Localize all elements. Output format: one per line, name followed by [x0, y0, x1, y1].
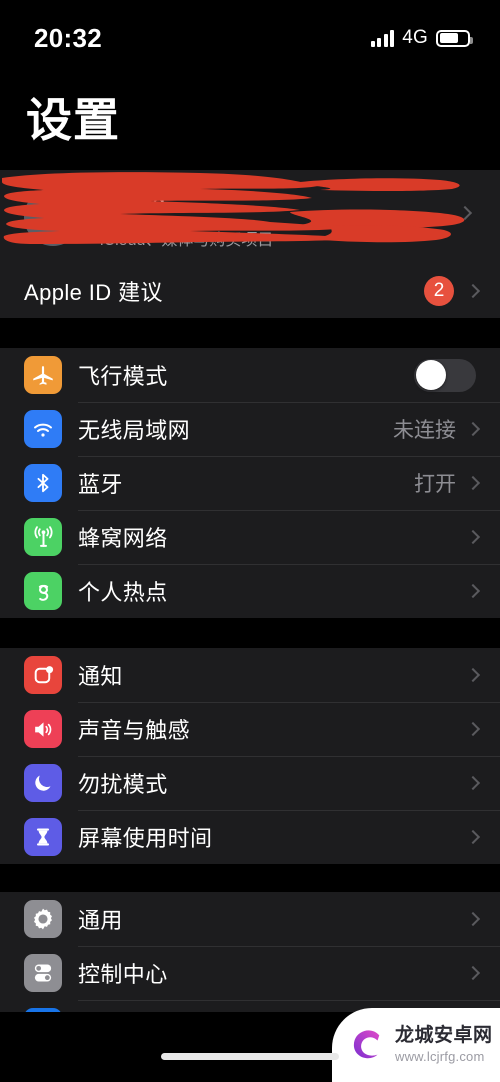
row-cellular[interactable]: 蜂窝网络	[0, 510, 500, 564]
row-control-center[interactable]: 控制中心	[0, 946, 500, 1000]
chevron-right-icon	[465, 529, 481, 545]
system-group: 通用 控制中心 AA 显示与亮度	[0, 892, 500, 1012]
section-gap-1	[0, 318, 500, 348]
row-screen-time[interactable]: 屏幕使用时间	[0, 810, 500, 864]
toggle-knob	[416, 360, 446, 390]
airplane-icon	[24, 356, 62, 394]
row-label: Apple ID 建议	[24, 280, 163, 305]
display-brightness-aa-icon: AA	[24, 1008, 62, 1012]
chevron-right-icon	[465, 775, 481, 791]
do-not-disturb-moon-icon	[24, 764, 62, 802]
settings-screen: 20:32 4G 设置 iCloud iCloud、媒体与购买项目 Apple …	[0, 0, 500, 1082]
chevron-right-icon	[465, 283, 481, 299]
bluetooth-icon	[24, 464, 62, 502]
avatar	[24, 188, 82, 246]
home-indicator[interactable]	[161, 1053, 339, 1060]
notifications-icon	[24, 656, 62, 694]
row-label: 通知	[78, 664, 123, 689]
profile-text: iCloud iCloud、媒体与购买项目	[100, 190, 273, 250]
dragon-c-logo-icon	[353, 1030, 380, 1059]
chevron-right-icon	[465, 667, 481, 683]
row-label: 声音与触感	[78, 718, 191, 743]
gear-icon	[24, 900, 62, 938]
chevron-right-icon	[465, 965, 481, 981]
row-value: 打开	[414, 473, 456, 496]
watermark-site-name: 龙城安卓网	[395, 1025, 493, 1047]
status-bar-indicators: 4G	[370, 27, 473, 49]
profile-subtitle: iCloud、媒体与购买项目	[100, 232, 274, 249]
row-label: 蓝牙	[78, 472, 123, 497]
status-bar: 20:32 4G	[0, 0, 500, 62]
row-label: 控制中心	[78, 962, 168, 987]
wifi-icon	[24, 410, 62, 448]
row-do-not-disturb[interactable]: 勿扰模式	[0, 756, 500, 810]
row-label: 飞行模式	[78, 364, 168, 389]
personal-hotspot-icon	[24, 572, 62, 610]
control-center-toggles-icon	[24, 954, 62, 992]
chevron-right-icon	[465, 421, 481, 437]
alerts-group: 通知 声音与触感 勿扰模式 屏幕使用时间	[0, 648, 500, 864]
profile-chevron-wrap	[457, 205, 478, 221]
watermark-url: www.lcjrfg.com	[395, 1049, 485, 1065]
chevron-right-icon	[465, 829, 481, 845]
row-value: 未连接	[393, 419, 456, 442]
connectivity-group: 飞行模式 无线局域网 未连接 蓝牙 打开 蜂窝网络 个人热点	[0, 348, 500, 618]
account-group: iCloud iCloud、媒体与购买项目	[0, 170, 500, 262]
row-label: 屏幕使用时间	[78, 826, 213, 851]
battery-icon	[436, 29, 473, 47]
row-sounds-haptics[interactable]: 声音与触感	[0, 702, 500, 756]
row-wifi[interactable]: 无线局域网 未连接	[0, 402, 500, 456]
status-badge: 2	[424, 276, 454, 306]
airplane-mode-toggle[interactable]	[414, 358, 476, 392]
apple-id-suggestion-group: Apple ID 建议 2	[0, 264, 500, 318]
row-label: 通用	[78, 908, 123, 933]
row-notifications[interactable]: 通知	[0, 648, 500, 702]
row-personal-hotspot[interactable]: 个人热点	[0, 564, 500, 618]
cellular-antenna-icon	[24, 518, 62, 556]
section-gap-2	[0, 618, 500, 648]
sounds-haptics-icon	[24, 710, 62, 748]
signal-bars-icon	[370, 29, 395, 47]
apple-id-profile-row[interactable]: iCloud iCloud、媒体与购买项目	[0, 170, 500, 262]
chevron-right-icon	[457, 205, 473, 221]
section-gap-3	[0, 864, 500, 892]
row-general[interactable]: 通用	[0, 892, 500, 946]
screen-time-hourglass-icon	[24, 818, 62, 856]
row-label: 勿扰模式	[78, 772, 168, 797]
row-bluetooth[interactable]: 蓝牙 打开	[0, 456, 500, 510]
profile-name: iCloud	[100, 190, 166, 216]
chevron-right-icon	[465, 721, 481, 737]
row-label: 无线局域网	[78, 418, 191, 443]
row-label: 个人热点	[78, 580, 168, 605]
row-label: 蜂窝网络	[78, 526, 168, 551]
page-title: 设置	[26, 94, 120, 146]
chevron-right-icon	[465, 475, 481, 491]
chevron-right-icon	[465, 911, 481, 927]
chevron-right-icon	[465, 583, 481, 599]
row-apple-id-suggestion[interactable]: Apple ID 建议 2	[0, 264, 500, 318]
network-type-label: 4G	[402, 27, 428, 48]
site-watermark: 龙城安卓网 www.lcjrfg.com	[332, 1008, 500, 1082]
status-bar-clock: 20:32	[34, 22, 102, 53]
watermark-text: 龙城安卓网 www.lcjrfg.com	[395, 1026, 493, 1064]
row-airplane-mode[interactable]: 飞行模式	[0, 348, 500, 402]
